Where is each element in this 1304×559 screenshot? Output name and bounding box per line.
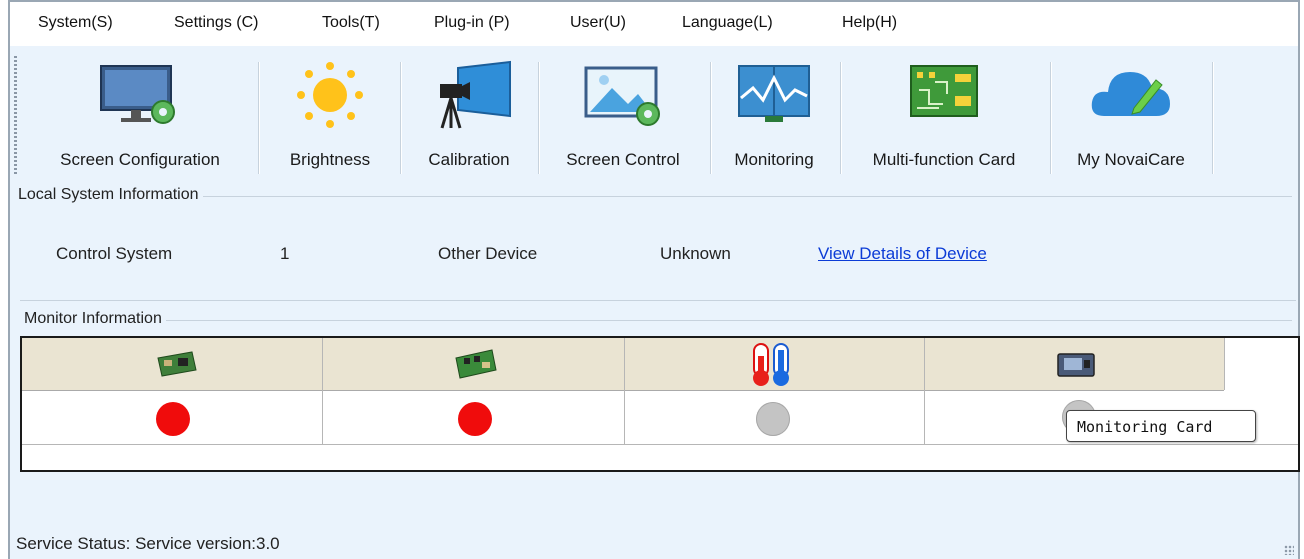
monitor-gear-icon bbox=[100, 65, 175, 124]
group-border bbox=[24, 196, 1292, 197]
service-status-label: Service Status: bbox=[16, 534, 131, 553]
monitoring-card-icon bbox=[1057, 353, 1095, 377]
receiving-card-icon bbox=[455, 349, 497, 379]
column-divider bbox=[924, 338, 925, 444]
calibration-button[interactable]: Calibration bbox=[406, 50, 532, 174]
toolbar-separator bbox=[710, 62, 711, 174]
monitor-info-title: Monitor Information bbox=[24, 310, 166, 328]
menu-bar: System(S) Settings (C) Tools(T) Plug-in … bbox=[10, 0, 1298, 46]
tooltip: Monitoring Card bbox=[1066, 410, 1256, 442]
screen-image-gear-icon bbox=[584, 66, 660, 126]
row-divider bbox=[22, 444, 1298, 445]
control-system-value: 1 bbox=[280, 244, 290, 263]
thermometer-icon bbox=[753, 343, 789, 386]
sun-icon bbox=[297, 62, 363, 128]
screen-configuration-button[interactable]: Screen Configuration bbox=[28, 50, 252, 174]
local-system-title: Local System Information bbox=[18, 186, 203, 204]
control-system-label: Control System bbox=[56, 244, 173, 263]
menu-settings[interactable]: Settings (C) bbox=[174, 14, 258, 32]
other-device-value: Unknown bbox=[660, 244, 731, 263]
calibration-label: Calibration bbox=[428, 150, 510, 169]
menu-help[interactable]: Help(H) bbox=[842, 14, 897, 32]
menu-plugin[interactable]: Plug-in (P) bbox=[434, 14, 510, 32]
menu-system[interactable]: System(S) bbox=[38, 14, 113, 32]
cloud-pen-icon bbox=[1091, 72, 1170, 116]
menu-user[interactable]: User(U) bbox=[570, 14, 626, 32]
brightness-button[interactable]: Brightness bbox=[266, 50, 394, 174]
toolbar: Screen Configuration Brightness Calibrat… bbox=[10, 44, 1298, 178]
toolbar-grip[interactable] bbox=[14, 56, 17, 174]
column-divider bbox=[1224, 338, 1225, 390]
resize-grip[interactable] bbox=[1284, 545, 1294, 555]
screen-configuration-label: Screen Configuration bbox=[60, 150, 220, 169]
main-window: System(S) Settings (C) Tools(T) Plug-in … bbox=[8, 0, 1300, 559]
multi-function-card-button[interactable]: Multi-function Card bbox=[844, 50, 1044, 174]
menu-language[interactable]: Language(L) bbox=[682, 14, 773, 32]
menu-tools[interactable]: Tools(T) bbox=[322, 14, 380, 32]
toolbar-separator bbox=[1212, 62, 1213, 174]
circuit-board-icon bbox=[910, 65, 978, 117]
column-divider bbox=[624, 338, 625, 444]
monitor-table bbox=[20, 336, 1300, 472]
view-details-link[interactable]: View Details of Device bbox=[818, 244, 987, 264]
toolbar-separator bbox=[400, 62, 401, 174]
toolbar-separator bbox=[840, 62, 841, 174]
toolbar-separator bbox=[1050, 62, 1051, 174]
toolbar-separator bbox=[538, 62, 539, 174]
monitoring-button[interactable]: Monitoring bbox=[714, 50, 834, 174]
monitor-table-header bbox=[22, 338, 1224, 391]
column-divider bbox=[322, 338, 323, 444]
brightness-label: Brightness bbox=[289, 150, 371, 169]
multi-function-card-label: Multi-function Card bbox=[872, 150, 1016, 169]
my-novaicare-button[interactable]: My NovaiCare bbox=[1056, 50, 1206, 174]
screen-control-label: Screen Control bbox=[566, 150, 680, 169]
service-version: Service version:3.0 bbox=[135, 534, 280, 553]
my-novaicare-label: My NovaiCare bbox=[1077, 150, 1185, 169]
status-indicator-receiving-card bbox=[458, 402, 492, 436]
camera-screen-icon bbox=[440, 60, 511, 129]
group-divider bbox=[20, 300, 1296, 301]
status-bar: Service Status: Service version:3.0 bbox=[16, 534, 280, 554]
group-border bbox=[24, 320, 1292, 321]
screen-control-button[interactable]: Screen Control bbox=[542, 50, 704, 174]
monitoring-label: Monitoring bbox=[734, 150, 814, 169]
other-device-label: Other Device bbox=[438, 244, 538, 263]
waveform-monitor-icon bbox=[738, 65, 810, 122]
status-indicator-temperature bbox=[756, 402, 790, 436]
status-indicator-sending-card bbox=[156, 402, 190, 436]
sending-card-icon bbox=[157, 351, 197, 377]
toolbar-separator bbox=[258, 62, 259, 174]
